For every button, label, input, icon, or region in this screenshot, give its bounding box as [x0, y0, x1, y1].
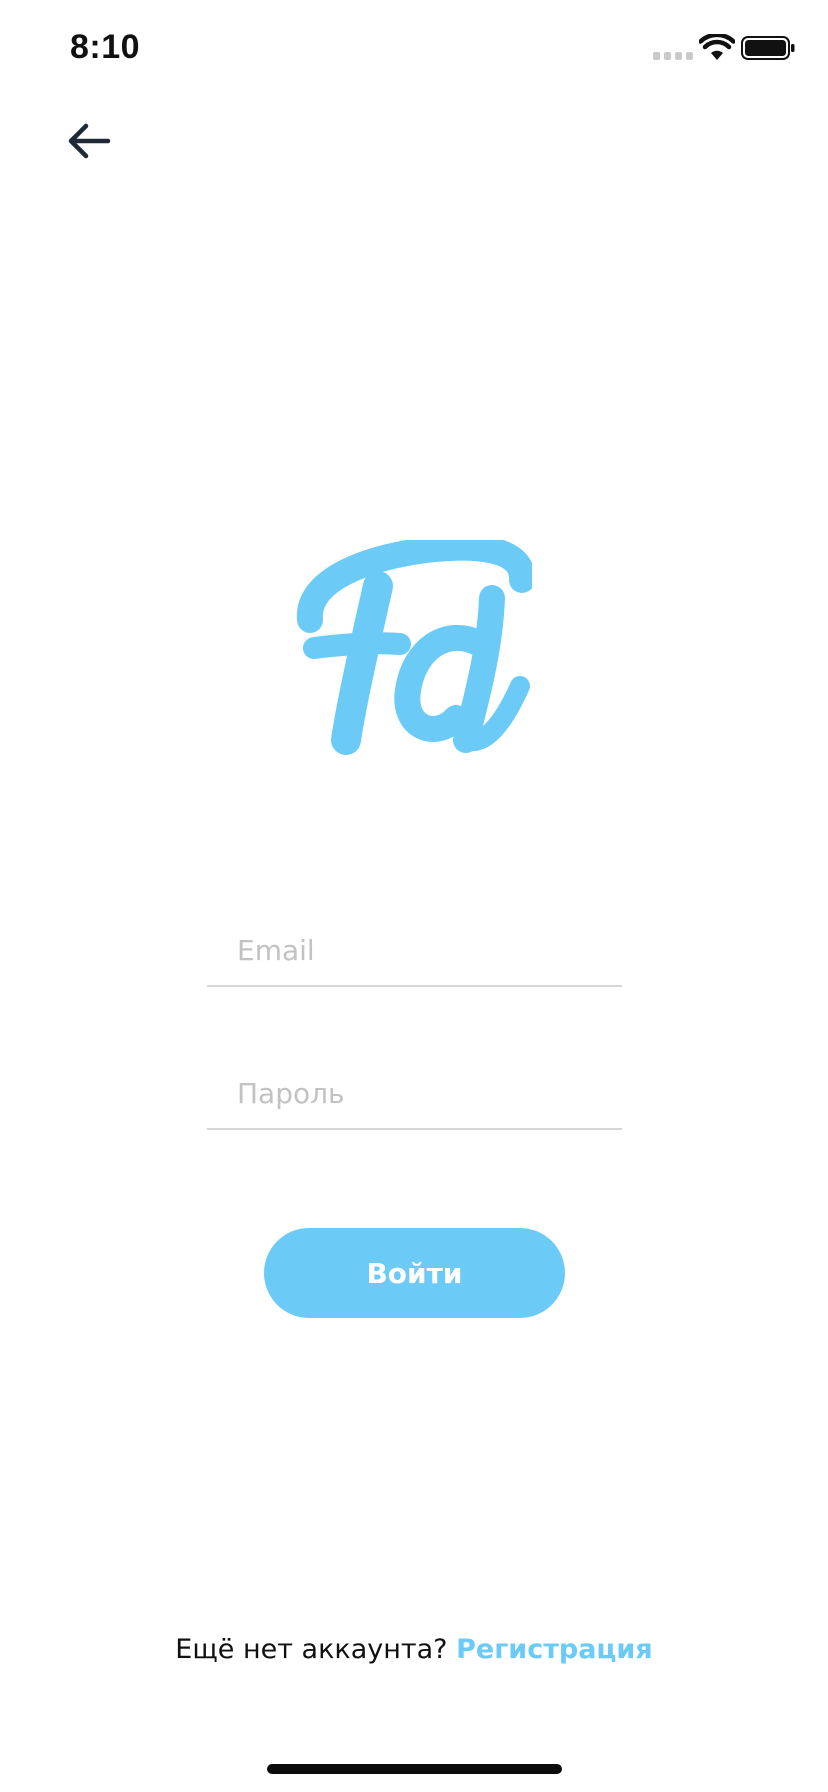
signup-link[interactable]: Регистрация [456, 1634, 653, 1665]
wifi-icon [699, 34, 735, 60]
battery-icon [741, 36, 795, 60]
signal-icon [653, 52, 693, 60]
email-field [207, 915, 622, 987]
password-input[interactable] [237, 1077, 607, 1110]
signup-prompt: Ещё нет аккаунта? [175, 1634, 448, 1665]
home-indicator[interactable] [267, 1764, 562, 1774]
password-field [207, 1058, 622, 1130]
back-arrow-icon[interactable] [64, 116, 114, 166]
login-button[interactable]: Войти [264, 1228, 565, 1318]
login-button-label: Войти [366, 1256, 463, 1290]
email-input[interactable] [237, 934, 607, 967]
login-screen: 8:10 Email Войти Ещё нет аккаунта? Регис… [0, 0, 828, 1792]
fd-logo-icon [296, 540, 532, 755]
signup-row: Ещё нет аккаунта? Регистрация [0, 1634, 828, 1665]
status-time: 8:10 [70, 28, 141, 66]
